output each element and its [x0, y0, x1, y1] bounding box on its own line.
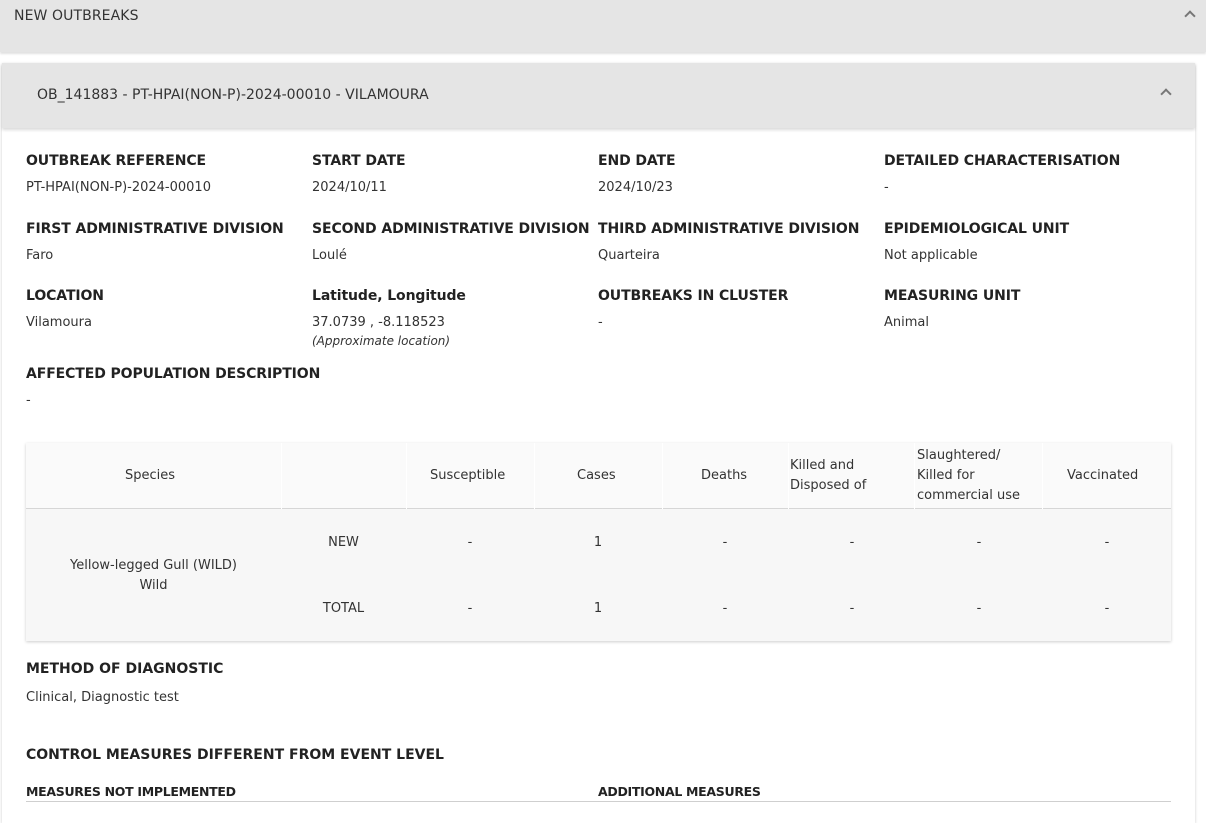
location-field: LOCATION Vilamoura [26, 288, 306, 330]
header-killed-line1: Killed and [790, 458, 855, 473]
outbreak-panel-header[interactable]: OB_141883 - PT-HPAI(NON-P)-2024-00010 - … [2, 63, 1195, 128]
cell-susceptible: - [467, 535, 473, 550]
field-value: PT-HPAI(NON-P)-2024-00010 [26, 180, 211, 195]
field-label: SECOND ADMINISTRATIVE DIVISION [312, 221, 590, 237]
control-measures-title: CONTROL MEASURES DIFFERENT FROM EVENT LE… [26, 747, 444, 763]
measuring-unit-field: MEASURING UNIT Animal [884, 288, 1164, 330]
header-susceptible: Susceptible [430, 468, 506, 483]
approximate-location-note: (Approximate location) [312, 334, 451, 348]
field-label: MEASURING UNIT [884, 288, 1021, 304]
field-label: AFFECTED POPULATION DESCRIPTION [26, 366, 321, 382]
measures-not-implemented-label: MEASURES NOT IMPLEMENTED [26, 784, 236, 799]
cell-killed: - [849, 601, 855, 616]
cell-deaths: - [722, 535, 728, 550]
field-value: 37.0739 , -8.118523 [312, 315, 445, 330]
header-killed-disposed: Killed and Disposed of [790, 456, 866, 496]
header-cases: Cases [577, 468, 616, 483]
chevron-up-icon[interactable] [1160, 88, 1172, 100]
field-value: 2024/10/11 [312, 180, 387, 195]
end-date-field: END DATE 2024/10/23 [598, 153, 878, 195]
second-admin-division-field: SECOND ADMINISTRATIVE DIVISION Loulé [312, 221, 592, 263]
outbreak-title: OB_141883 - PT-HPAI(NON-P)-2024-00010 - … [37, 87, 429, 103]
species-type: Wild [139, 578, 168, 593]
outbreak-reference-field: OUTBREAK REFERENCE PT-HPAI(NON-P)-2024-0… [26, 153, 306, 195]
field-label: DETAILED CHARACTERISATION [884, 153, 1121, 169]
row-kind: NEW [328, 535, 359, 550]
field-value: Animal [884, 315, 929, 330]
row-kind: TOTAL [322, 601, 365, 616]
additional-measures-label: ADDITIONAL MEASURES [598, 784, 761, 799]
divider [26, 801, 1171, 802]
field-value: - [598, 315, 603, 330]
field-value: 2024/10/23 [598, 180, 673, 195]
field-label: OUTBREAK REFERENCE [26, 153, 206, 169]
field-label: START DATE [312, 153, 406, 169]
field-value: Vilamoura [26, 315, 92, 330]
header-deaths: Deaths [701, 468, 748, 483]
field-value: Quarteira [598, 248, 660, 263]
field-value: Faro [26, 248, 54, 263]
species-name: Yellow-legged Gull (WILD) [70, 558, 237, 573]
cell-susceptible: - [467, 601, 473, 616]
field-value: Loulé [312, 248, 347, 263]
detailed-characterisation-field: DETAILED CHARACTERISATION - [884, 153, 1164, 195]
species-table: Species Susceptible Cases Deaths Killed … [26, 443, 1171, 641]
field-label: LOCATION [26, 288, 104, 304]
header-species: Species [125, 468, 176, 483]
cell-slaughtered: - [976, 601, 982, 616]
header-killed-line2: Disposed of [790, 478, 867, 493]
header-slaughtered: Slaughtered/ Killed for commercial use [917, 446, 1020, 506]
latitude-longitude-field: Latitude, Longitude 37.0739 , -8.118523 … [312, 288, 592, 348]
field-label: Latitude, Longitude [312, 288, 466, 304]
header-slaughtered-line2: Killed for [917, 468, 975, 483]
field-label: THIRD ADMINISTRATIVE DIVISION [598, 221, 860, 237]
field-label: EPIDEMIOLOGICAL UNIT [884, 221, 1070, 237]
cell-slaughtered: - [976, 535, 982, 550]
field-value: Not applicable [884, 248, 978, 263]
header-slaughtered-line3: commercial use [917, 488, 1020, 503]
cell-vaccinated: - [1104, 535, 1110, 550]
outbreaks-in-cluster-field: OUTBREAKS IN CLUSTER - [598, 288, 878, 330]
cell-cases: 1 [593, 601, 603, 616]
table-header-row: Species Susceptible Cases Deaths Killed … [26, 443, 1171, 509]
field-value: - [884, 180, 889, 195]
third-admin-division-field: THIRD ADMINISTRATIVE DIVISION Quarteira [598, 221, 878, 263]
method-of-diagnostic-value: Clinical, Diagnostic test [26, 690, 179, 705]
first-admin-division-field: FIRST ADMINISTRATIVE DIVISION Faro [26, 221, 306, 263]
affected-population-field: AFFECTED POPULATION DESCRIPTION - [26, 366, 321, 408]
new-outbreaks-header[interactable]: NEW OUTBREAKS [0, 0, 1206, 52]
field-label: OUTBREAKS IN CLUSTER [598, 288, 789, 304]
cell-vaccinated: - [1104, 601, 1110, 616]
species-cell: Yellow-legged Gull (WILD) Wild [26, 556, 281, 596]
chevron-up-icon[interactable] [1184, 10, 1196, 22]
field-value: - [26, 393, 31, 408]
header-vaccinated: Vaccinated [1067, 468, 1139, 483]
epidemiological-unit-field: EPIDEMIOLOGICAL UNIT Not applicable [884, 221, 1164, 263]
cell-deaths: - [722, 601, 728, 616]
section-title: NEW OUTBREAKS [14, 8, 139, 24]
start-date-field: START DATE 2024/10/11 [312, 153, 592, 195]
cell-killed: - [849, 535, 855, 550]
method-of-diagnostic-label: METHOD OF DIAGNOSTIC [26, 661, 224, 677]
cell-cases: 1 [593, 535, 603, 550]
header-slaughtered-line1: Slaughtered/ [917, 448, 1001, 463]
field-label: END DATE [598, 153, 676, 169]
field-label: FIRST ADMINISTRATIVE DIVISION [26, 221, 284, 237]
